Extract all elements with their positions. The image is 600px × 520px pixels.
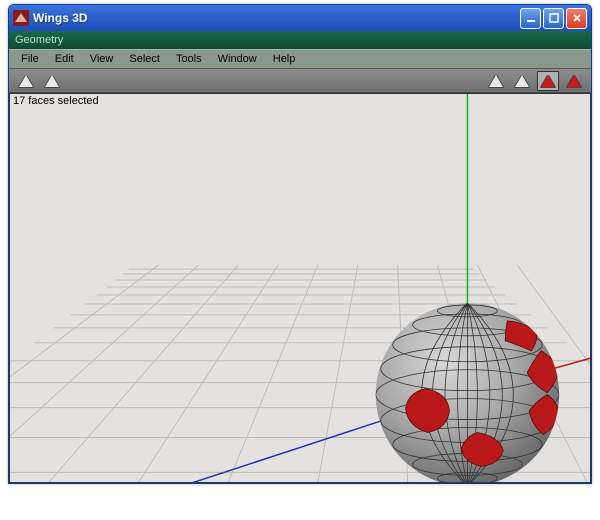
menu-view[interactable]: View [82,51,122,67]
triangle-icon [45,75,59,87]
tool-left-a[interactable] [15,71,37,91]
triangle-icon [515,75,529,87]
menu-edit[interactable]: Edit [47,51,82,67]
app-icon [13,10,29,26]
window-title: Wings 3D [33,11,520,25]
selection-status: 17 faces selected [13,95,99,107]
triangle-icon [489,75,503,87]
triangle-icon [19,75,33,87]
triangle-icon [541,75,555,87]
menu-tools[interactable]: Tools [168,51,210,67]
menu-help[interactable]: Help [265,51,304,67]
viewport-3d[interactable]: 17 faces selected [9,93,591,483]
menu-window[interactable]: Window [210,51,265,67]
viewport-border [9,93,591,483]
triangle-icon [567,75,581,87]
face-mode-button[interactable] [537,71,559,91]
body-mode-button[interactable] [563,71,585,91]
close-button[interactable] [566,8,587,29]
titlebar[interactable]: Wings 3D [9,5,591,31]
tool-left-b[interactable] [41,71,63,91]
menu-file[interactable]: File [13,51,47,67]
panel-title-bar: Geometry [9,31,591,49]
toolbar [9,69,591,93]
vertex-mode-button[interactable] [485,71,507,91]
window-controls [520,8,587,29]
menu-select[interactable]: Select [121,51,168,67]
edge-mode-button[interactable] [511,71,533,91]
maximize-button[interactable] [543,8,564,29]
app-window: Wings 3D Geometry File Edit View Select … [8,4,592,484]
menu-bar: File Edit View Select Tools Window Help [9,49,591,69]
panel-title: Geometry [15,34,63,46]
minimize-button[interactable] [520,8,541,29]
